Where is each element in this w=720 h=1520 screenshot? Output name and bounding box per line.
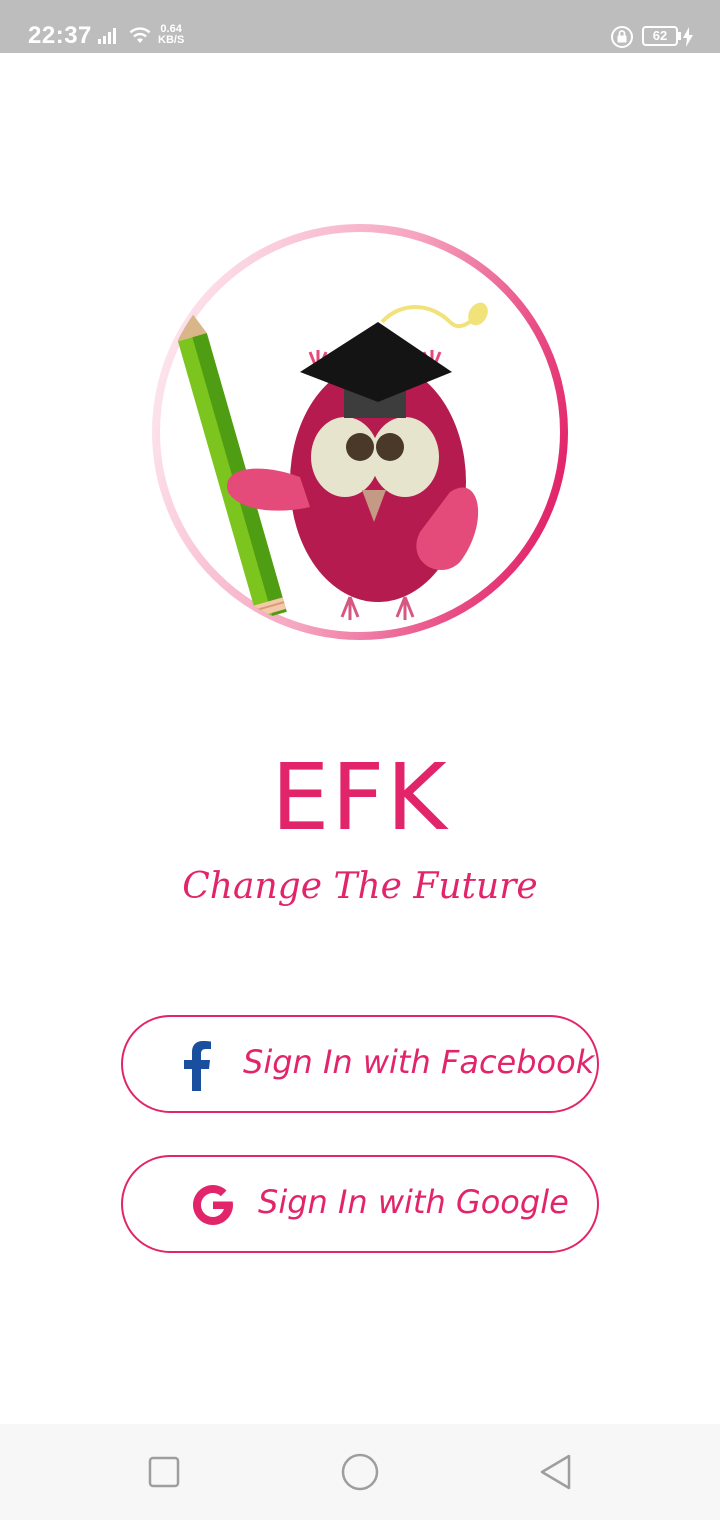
app-title: EFK [271, 744, 449, 851]
battery-cap [678, 32, 681, 40]
owl-graduate-logo [152, 224, 568, 640]
signal-icon [98, 28, 116, 44]
status-bar: 22:37 0.64 KB/S 62 [0, 0, 720, 53]
facebook-sign-in-button[interactable]: Sign In with Facebook [121, 1015, 599, 1113]
home-icon[interactable] [340, 1452, 380, 1492]
battery-level: 62 [652, 28, 668, 43]
app-tagline: Change The Future [182, 866, 538, 907]
google-sign-in-label: Sign In with Google [258, 1183, 569, 1221]
google-sign-in-button[interactable]: Sign In with Google [121, 1155, 599, 1253]
facebook-icon [184, 1041, 211, 1091]
back-icon[interactable] [536, 1452, 576, 1492]
recents-icon[interactable] [144, 1452, 184, 1492]
rotation-lock-icon [611, 26, 633, 48]
navigation-bar [0, 1424, 720, 1520]
network-speed: 0.64 KB/S [158, 24, 184, 46]
battery-icon: 62 [642, 26, 678, 46]
wifi-icon [129, 27, 151, 43]
network-speed-unit: KB/S [158, 34, 185, 46]
status-time: 22:37 [28, 22, 92, 49]
charging-icon [683, 27, 693, 47]
facebook-sign-in-label: Sign In with Facebook [243, 1043, 595, 1081]
app-logo [150, 222, 570, 642]
google-icon [193, 1185, 233, 1225]
